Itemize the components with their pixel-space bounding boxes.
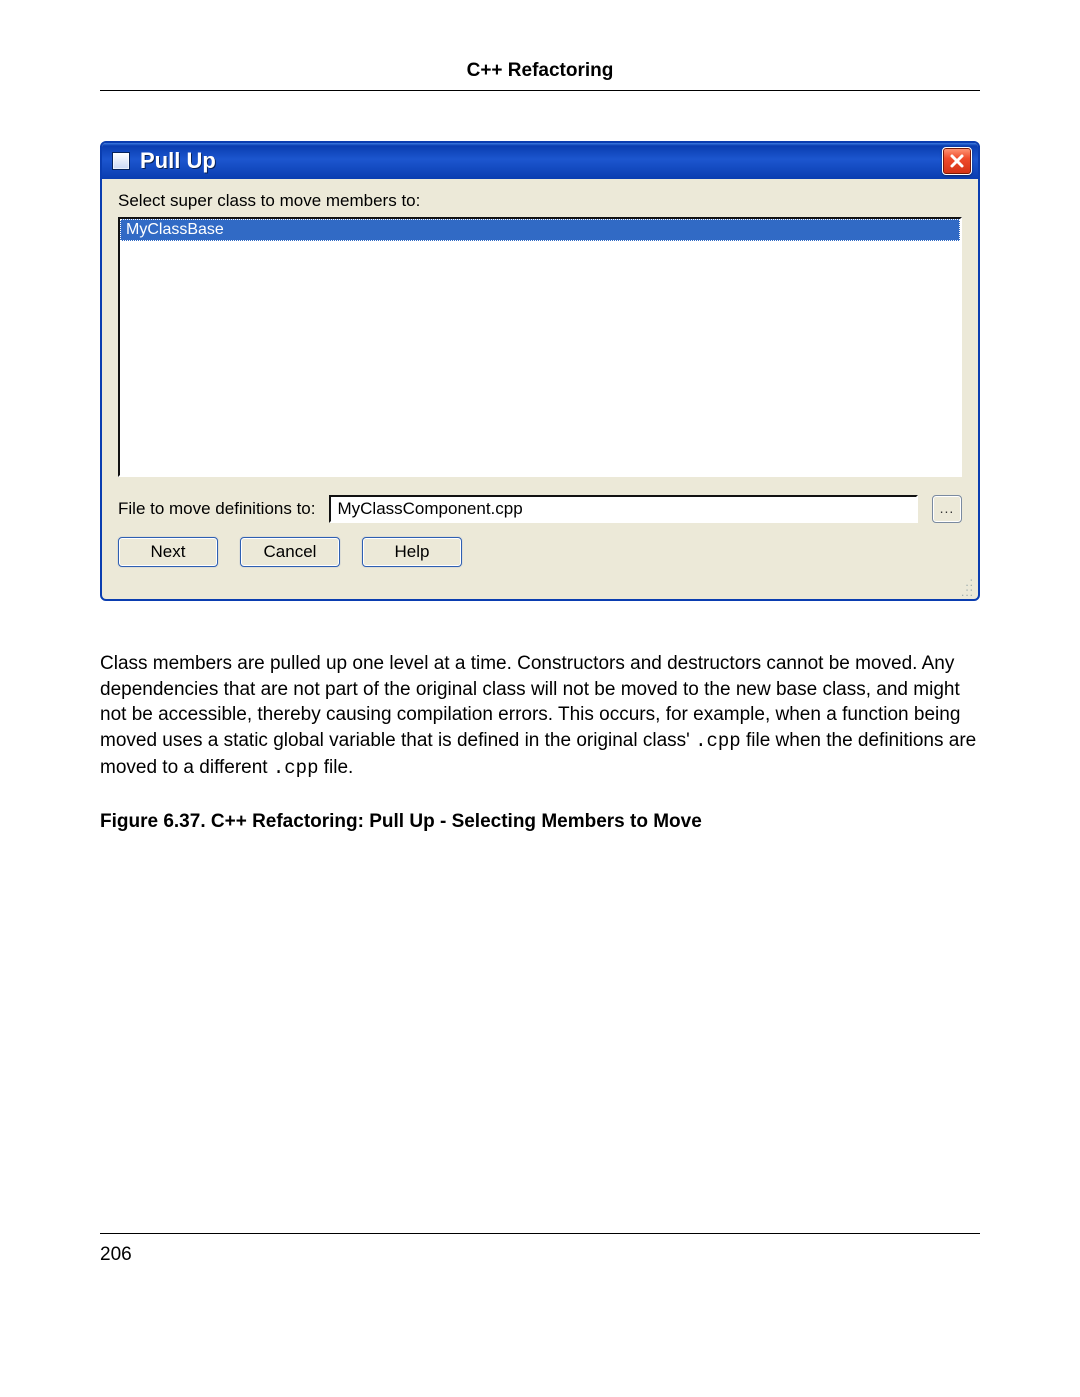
file-to-move-label: File to move definitions to: xyxy=(118,499,315,519)
page-footer: 206 xyxy=(100,1233,980,1266)
titlebar: Pull Up xyxy=(102,143,978,179)
cancel-button[interactable]: Cancel xyxy=(240,537,340,567)
super-class-listbox[interactable]: MyClassBase xyxy=(118,217,962,477)
figure-caption: Figure 6.37. C++ Refactoring: Pull Up - … xyxy=(100,811,980,833)
pull-up-dialog: Pull Up Select super class to move membe… xyxy=(100,141,980,601)
code-cpp-1: .cpp xyxy=(695,730,741,752)
select-super-class-label: Select super class to move members to: xyxy=(118,191,962,211)
page-header: C++ Refactoring xyxy=(100,60,980,91)
body-paragraph: Class members are pulled up one level at… xyxy=(100,651,980,781)
code-cpp-2: .cpp xyxy=(273,757,319,779)
list-item[interactable]: MyClassBase xyxy=(120,219,960,241)
file-path-input[interactable] xyxy=(329,495,918,523)
dialog-title: Pull Up xyxy=(140,148,942,174)
paragraph-text: file. xyxy=(318,757,353,778)
resize-grip-icon[interactable]: .:.:: xyxy=(102,577,978,599)
page-number: 206 xyxy=(100,1244,132,1265)
dialog-body: Select super class to move members to: M… xyxy=(102,179,978,577)
help-button[interactable]: Help xyxy=(362,537,462,567)
next-button[interactable]: Next xyxy=(118,537,218,567)
browse-button[interactable]: ... xyxy=(932,495,962,523)
app-icon xyxy=(112,152,130,170)
close-icon[interactable] xyxy=(942,147,972,175)
